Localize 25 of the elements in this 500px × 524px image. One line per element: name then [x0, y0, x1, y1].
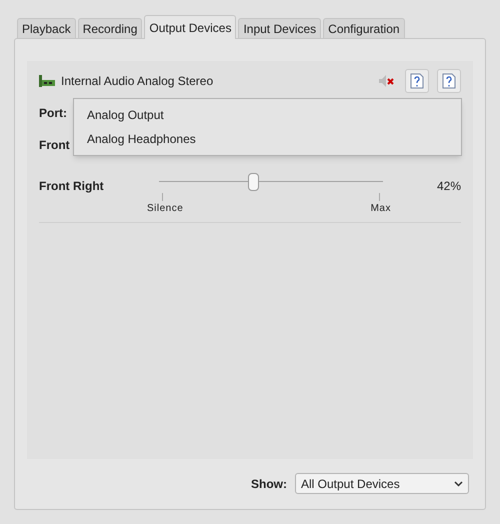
- menu-item[interactable]: Analog Headphones: [74, 127, 461, 151]
- help-button[interactable]: [437, 69, 461, 93]
- min-label: Silence: [147, 202, 184, 216]
- show-label: Show:: [251, 476, 287, 492]
- chevron-down-icon: [454, 480, 463, 486]
- tab[interactable]: Configuration: [323, 18, 405, 38]
- tab[interactable]: Output Devices: [144, 15, 236, 39]
- volume-slider[interactable]: [159, 173, 383, 191]
- channel-label: Front Right: [39, 178, 105, 195]
- show-dropdown[interactable]: All Output Devices: [295, 473, 469, 494]
- tab[interactable]: Playback: [17, 18, 76, 38]
- help-button[interactable]: [405, 69, 429, 93]
- channel-label: Front: [39, 137, 70, 154]
- device-name: Internal Audio Analog Stereo: [61, 73, 214, 90]
- max-label: Max: [370, 202, 391, 216]
- speaker-muted-icon: [378, 74, 394, 88]
- menu-item[interactable]: Analog Output: [74, 103, 461, 127]
- port-label: Port:: [39, 105, 67, 122]
- sound-card-icon: [39, 75, 55, 87]
- tab[interactable]: Recording: [78, 18, 142, 38]
- tab[interactable]: Input Devices: [238, 18, 322, 38]
- slider-thumb[interactable]: [248, 173, 260, 191]
- help-document-icon: [410, 73, 424, 89]
- help-document-icon: [442, 73, 456, 89]
- volume-percent: 42%: [436, 178, 461, 195]
